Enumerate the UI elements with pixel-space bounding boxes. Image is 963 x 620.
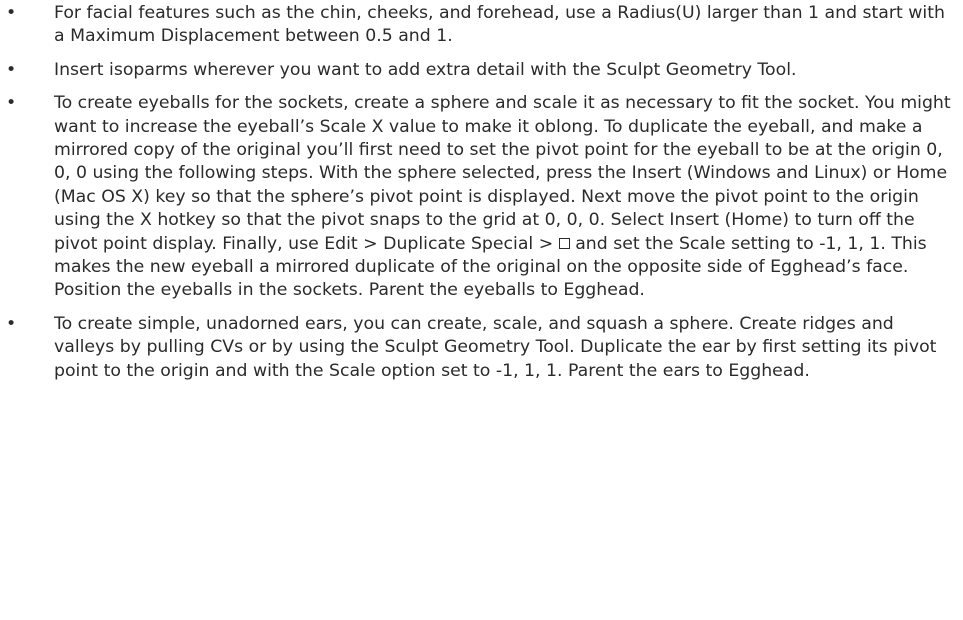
bullet-marker: •: [6, 59, 17, 80]
list-item-text: Insert isoparms wherever you want to add…: [54, 59, 797, 80]
list-item: • For facial features such as the chin, …: [0, 2, 963, 49]
list-item: • Insert isoparms wherever you want to a…: [0, 59, 963, 82]
bullet-list: • For facial features such as the chin, …: [0, 2, 963, 383]
bullet-marker: •: [6, 93, 17, 114]
option-box-icon: [558, 237, 570, 249]
document-page: • For facial features such as the chin, …: [0, 0, 963, 620]
bullet-marker: •: [6, 3, 17, 23]
list-item: • To create eyeballs for the sockets, cr…: [0, 92, 963, 303]
list-item-text: For facial features such as the chin, ch…: [54, 3, 945, 47]
list-item-text: To create simple, unadorned ears, you ca…: [54, 313, 937, 381]
bullet-marker: •: [6, 313, 17, 334]
list-item-text: To create eyeballs for the sockets, crea…: [54, 93, 951, 254]
list-item: • To create simple, unadorned ears, you …: [0, 313, 963, 383]
